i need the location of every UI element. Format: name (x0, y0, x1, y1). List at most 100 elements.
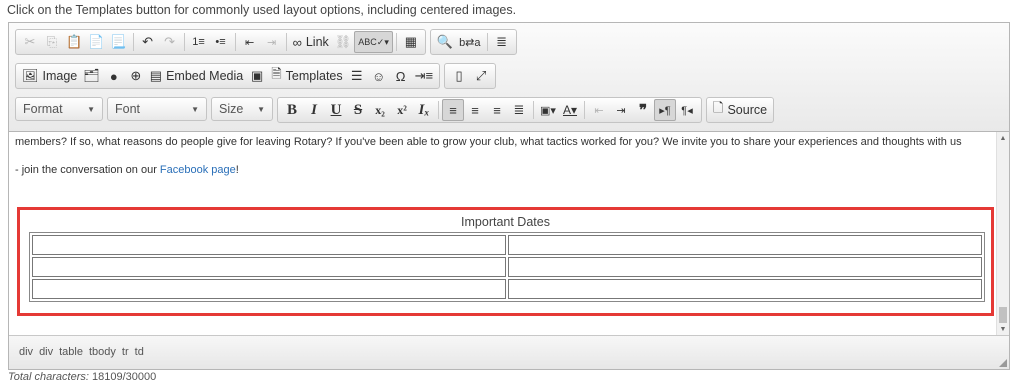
scrollbar-thumb[interactable] (999, 307, 1007, 323)
table-cell[interactable] (508, 257, 982, 277)
source-icon: 🗋 (713, 100, 724, 115)
embed-media-button[interactable]: ▤ Embed Media (147, 65, 246, 87)
strikethrough-icon[interactable]: S (347, 99, 369, 121)
toolbar-row-1: ✂ ⎘ 📋 📄 📃 ↶ ↷ 1≡ •≡ ⇤ ⇥ ∞ Link ⛓ ABC✓▾ ▦… (15, 29, 517, 55)
embed-media-label: Embed Media (166, 69, 244, 83)
bold-icon[interactable]: B (281, 99, 303, 121)
indent-icon[interactable]: ⇥ (610, 99, 632, 121)
facebook-link[interactable]: Facebook page (160, 164, 236, 176)
separator (285, 33, 287, 51)
toolbar-row-3: Format ▼ Font ▼ Size ▼ B I U S x₂ x² Iₓ … (15, 97, 775, 123)
scroll-down-icon[interactable]: ▼ (997, 325, 1009, 335)
chevron-down-icon: ▼ (87, 104, 95, 114)
select-all-icon[interactable]: ≣ (491, 31, 513, 53)
table-icon[interactable]: ▦ (400, 31, 422, 53)
align-left-icon[interactable]: ≡ (442, 99, 464, 121)
link-icon: ∞ (292, 34, 302, 50)
resize-handle-icon[interactable] (999, 359, 1007, 367)
cut-icon[interactable]: ✂ (19, 31, 41, 53)
separator (395, 33, 397, 51)
paragraph-2-suffix: ! (235, 164, 239, 176)
bulleted-list-icon[interactable]: •≡ (210, 31, 232, 53)
unlink-icon[interactable]: ⛓ (332, 31, 355, 53)
breadcrumb-item[interactable]: div (19, 346, 33, 358)
spellcheck-icon[interactable]: ABC✓▾ (354, 31, 393, 53)
smiley-icon[interactable]: ☺ (368, 65, 390, 87)
scrollbar[interactable]: ▲ ▼ (996, 132, 1009, 337)
breadcrumb-item[interactable]: td (135, 346, 144, 358)
align-right-icon[interactable]: ≡ (486, 99, 508, 121)
underline-icon[interactable]: U (325, 99, 347, 121)
image-upload-icon[interactable]: 🗂 (80, 65, 103, 87)
image-button[interactable]: 🖼 Image (19, 65, 80, 87)
subscript-icon[interactable]: x₂ (369, 99, 391, 121)
remove-format-icon[interactable]: Iₓ (413, 99, 435, 121)
format-label: Format (23, 102, 63, 116)
copy-icon[interactable]: ⎘ (41, 31, 63, 53)
chevron-down-icon: ▼ (257, 104, 265, 114)
outdent-icon[interactable]: ⇤ (588, 99, 610, 121)
find-group: 🔍 b⇄a ≣ (429, 29, 517, 55)
breadcrumb-item[interactable]: tbody (89, 346, 116, 358)
globe-icon[interactable]: ⊕ (125, 65, 147, 87)
align-center-icon[interactable]: ≡ (464, 99, 486, 121)
decrease-indent-icon[interactable]: ⇤ (239, 31, 261, 53)
templates-button[interactable]: 🗎 Templates (268, 65, 345, 87)
character-count: Total characters: 18109/30000 (8, 371, 156, 383)
link-button[interactable]: ∞ Link (290, 31, 332, 53)
replace-icon[interactable]: b⇄a (456, 31, 483, 53)
image-icon: 🖼 (22, 68, 39, 83)
table-cell[interactable] (32, 257, 506, 277)
breadcrumb-item[interactable]: div (39, 346, 53, 358)
widget-icon[interactable]: ▣ (246, 65, 268, 87)
table-row (32, 235, 982, 255)
important-dates-table[interactable] (29, 232, 985, 302)
font-dropdown[interactable]: Font ▼ (107, 97, 207, 121)
editor-content[interactable]: members? If so, what reasons do people g… (9, 132, 997, 337)
special-char-icon[interactable]: Ω (390, 65, 412, 87)
scroll-up-icon[interactable]: ▲ (997, 134, 1009, 144)
font-label: Font (115, 102, 141, 116)
breadcrumb-item[interactable]: table (59, 346, 83, 358)
breadcrumb-item[interactable]: tr (122, 346, 129, 358)
maximize-icon[interactable]: ⤢ (470, 65, 492, 87)
table-cell[interactable] (32, 279, 506, 299)
justify-icon[interactable]: ≣ (508, 99, 530, 121)
preview-icon[interactable]: ▯ (448, 65, 470, 87)
source-label: Source (727, 103, 768, 117)
paragraph-2-prefix: - join the conversation on our (15, 164, 160, 176)
ltr-icon[interactable]: ▸¶ (654, 99, 676, 121)
table-cell[interactable] (508, 235, 982, 255)
paste-word-icon[interactable]: 📃 (107, 31, 129, 53)
table-cell[interactable] (508, 279, 982, 299)
paste-text-icon[interactable]: 📄 (85, 31, 107, 53)
format-dropdown[interactable]: Format ▼ (15, 97, 103, 121)
source-button[interactable]: 🗋 Source (710, 99, 770, 121)
rtl-icon[interactable]: ¶◂ (676, 99, 698, 121)
paragraph-1: members? If so, what reasons do people g… (15, 136, 962, 148)
redo-icon[interactable]: ↷ (159, 31, 181, 53)
increase-indent-icon[interactable]: ⇥ (261, 31, 283, 53)
undo-icon[interactable]: ↶ (137, 31, 159, 53)
flash-icon[interactable]: ● (103, 65, 125, 87)
numbered-list-icon[interactable]: 1≡ (188, 31, 210, 53)
blockquote-icon[interactable]: ❞ (632, 99, 654, 121)
find-icon[interactable]: 🔍 (434, 31, 456, 53)
bg-color-icon[interactable]: ▣▾ (537, 99, 559, 121)
toolbar: ✂ ⎘ 📋 📄 📃 ↶ ↷ 1≡ •≡ ⇤ ⇥ ∞ Link ⛓ ABC✓▾ ▦… (9, 23, 1009, 132)
text-color-icon[interactable]: A▾ (559, 99, 581, 121)
table-caption: Important Dates (461, 215, 550, 229)
paragraph-2: - join the conversation on our Facebook … (15, 164, 239, 176)
horizontal-rule-icon[interactable]: ☰ (346, 65, 368, 87)
size-dropdown[interactable]: Size ▼ (211, 97, 273, 121)
separator (132, 33, 134, 51)
separator (584, 101, 585, 119)
highlighted-table-region: Important Dates (17, 207, 994, 316)
paste-icon[interactable]: 📋 (63, 31, 85, 53)
separator (533, 101, 534, 119)
page-break-icon[interactable]: ⇥≡ (412, 65, 436, 87)
separator (438, 101, 439, 119)
superscript-icon[interactable]: x² (391, 99, 413, 121)
italic-icon[interactable]: I (303, 99, 325, 121)
table-cell[interactable] (32, 235, 506, 255)
